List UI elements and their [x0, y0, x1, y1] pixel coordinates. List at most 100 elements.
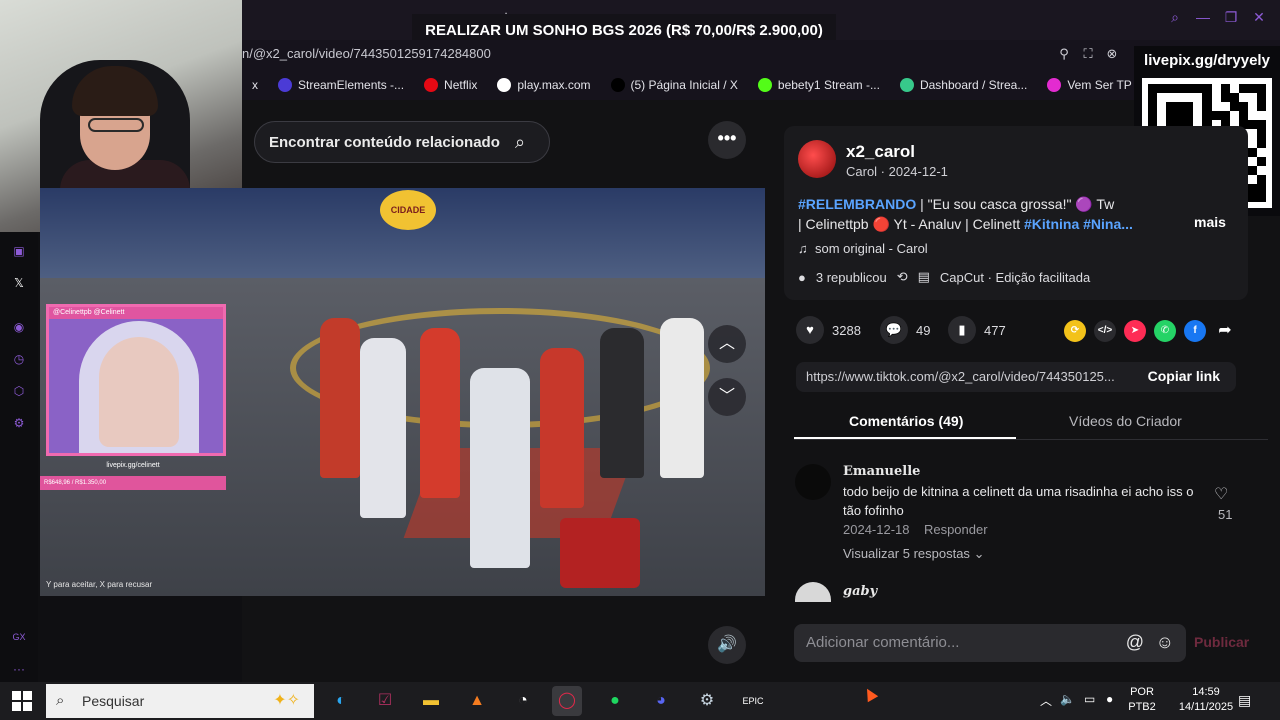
facebook-icon[interactable]: f [1184, 320, 1206, 342]
emoji-icon[interactable]: ☺ [1156, 632, 1174, 653]
bookmark-item[interactable]: StreamElements -... [268, 78, 414, 92]
bookmark-item[interactable]: Netflix [414, 78, 487, 92]
music-info[interactable]: ♫ som original - Carol [798, 241, 928, 256]
copy-link-button[interactable]: Copiar link [1148, 368, 1220, 384]
caption-hashtag[interactable]: #RELEMBRANDO [798, 196, 916, 212]
taskbar-search-label: Pesquisar [82, 693, 145, 709]
chevron-up-icon[interactable]: ︿ [708, 325, 746, 363]
bookmark-item[interactable]: Dashboard / Strea... [890, 78, 1037, 92]
volume-icon[interactable]: 🔊 [708, 626, 746, 664]
bookmark-label: Netflix [444, 78, 478, 92]
qr-module [1220, 111, 1230, 121]
minimize-icon[interactable]: — [1194, 8, 1212, 26]
qr-module [1202, 93, 1212, 103]
pin-icon[interactable]: ⚲ [1056, 46, 1072, 62]
save-button[interactable]: ▮ 477 [948, 316, 1006, 344]
like-button[interactable]: ♥ 3288 [796, 316, 861, 344]
bookmark-item[interactable]: Vem Ser TP [1037, 78, 1141, 92]
avatar[interactable] [795, 464, 831, 500]
gx-icon[interactable]: GX [10, 628, 28, 646]
whatsapp-icon[interactable]: ✆ [1154, 320, 1176, 342]
qr-module [1184, 93, 1194, 103]
settings-icon[interactable]: ⚙ [10, 414, 28, 432]
tab-creator-videos[interactable]: Vídeos do Criador [1069, 413, 1182, 429]
qr-module [1247, 129, 1257, 139]
spotify-icon[interactable]: ● [600, 686, 630, 716]
comment-button[interactable]: 💬 49 [880, 316, 930, 344]
mention-icon[interactable]: @ [1126, 632, 1144, 653]
epic-games-icon[interactable]: EPIC [738, 686, 768, 716]
app-triangle-icon[interactable]: ▲ [462, 686, 492, 716]
network-icon[interactable]: ▭ [1084, 692, 1095, 706]
more-options-button[interactable]: ••• [708, 121, 746, 159]
bookmark-item[interactable]: x [242, 78, 268, 92]
comment-input[interactable]: Adicionar comentário... @ ☺ [794, 624, 1186, 662]
history-icon[interactable]: ◷ [10, 350, 28, 368]
video-caption: #RELEMBRANDO | "Eu sou casca grossa!" 🟣 … [798, 194, 1138, 234]
comment-author[interactable]: Emanuelle [843, 464, 920, 479]
repost-icon[interactable]: ⟳ [1064, 320, 1086, 342]
bookmark-item[interactable]: play.max.com [487, 78, 600, 92]
capcut-label[interactable]: CapCut · Edição facilitada [940, 270, 1090, 285]
opera-gx-icon[interactable]: ◯ [552, 686, 582, 716]
comment-placeholder: Adicionar comentário... [806, 634, 960, 651]
max-icon [497, 78, 512, 92]
chevron-up-icon[interactable]: ︿ [1040, 692, 1052, 709]
clock-time: 14:59 [1192, 686, 1220, 698]
screenshot-icon[interactable]: ⛶ [1080, 46, 1096, 62]
video-link[interactable]: https://www.tiktok.com/@x2_carol/video/7… [806, 369, 1136, 384]
chevron-down-icon[interactable]: ﹀ [708, 378, 746, 416]
qr-module [1166, 111, 1176, 121]
language-indicator[interactable]: POR PTB2 [1128, 685, 1156, 715]
more-caption-button[interactable]: mais [1194, 214, 1226, 230]
edge-icon[interactable]: ◐ [326, 686, 356, 716]
app-check-icon[interactable]: ☑ [370, 686, 400, 716]
qr-module [1157, 84, 1167, 94]
comment-author[interactable]: gaby [843, 584, 877, 599]
discord-icon[interactable]: ◕ [646, 686, 676, 716]
video-link-box[interactable]: https://www.tiktok.com/@x2_carol/video/7… [796, 362, 1236, 392]
heart-icon[interactable]: ♡ [1214, 484, 1228, 504]
tab-comments[interactable]: Comentários (49) [849, 413, 963, 429]
address-bar[interactable]: n/@x2_carol/video/7443501259174284800 [242, 40, 1280, 70]
qr-module [1229, 111, 1239, 121]
system-clock[interactable]: 14:59 14/11/2025 [1176, 685, 1236, 715]
share-arrow-icon[interactable]: ➦ [1214, 320, 1236, 342]
notification-icon[interactable]: ▤ [1238, 692, 1251, 709]
embed-icon[interactable]: </> [1094, 320, 1116, 342]
app-gauge-icon[interactable]: ◔ [508, 686, 538, 716]
more-icon[interactable]: ··· [10, 660, 28, 678]
qr-module [1211, 111, 1221, 121]
send-icon[interactable]: ➤ [1124, 320, 1146, 342]
taskbar-search[interactable]: ⌕ Pesquisar ✦✧ [46, 684, 314, 718]
pip-handles: @Celinettpb @Celinett [49, 307, 223, 319]
url-text[interactable]: n/@x2_carol/video/7443501259174284800 [242, 46, 491, 61]
folder-icon[interactable]: ▬ [416, 686, 446, 716]
qr-module [1256, 183, 1266, 193]
extension-icon[interactable]: ⊗ [1104, 46, 1120, 62]
search-icon[interactable]: ⌕ [515, 132, 535, 152]
speaker-icon[interactable]: 🔈 [1060, 692, 1075, 706]
restore-icon[interactable]: ❐ [1222, 8, 1240, 26]
qr-module [1256, 120, 1266, 130]
qr-module [1247, 183, 1257, 193]
close-icon[interactable]: ✕ [1250, 8, 1268, 26]
x-logo-icon[interactable]: 𝕏 [10, 274, 28, 292]
creator-username[interactable]: x2_carol [846, 142, 915, 162]
search-icon[interactable]: ⌕ [1166, 8, 1184, 26]
caption-hashtags-2[interactable]: #Kitnina #Nina... [1024, 216, 1133, 232]
reply-button[interactable]: Responder [924, 522, 988, 537]
extensions-icon[interactable]: ⬡ [10, 382, 28, 400]
publish-button[interactable]: Publicar [1194, 634, 1249, 650]
bookmark-item[interactable]: bebety1 Stream -... [748, 78, 890, 92]
microphone-icon[interactable]: ● [1106, 692, 1113, 706]
steam-icon[interactable]: ⚙ [692, 686, 722, 716]
view-replies-button[interactable]: Visualizar 5 respostas ⌄ [843, 546, 984, 562]
related-search-box[interactable]: Encontrar conteúdo relacionado ⌕ [254, 121, 550, 163]
avatar[interactable] [798, 140, 836, 178]
windows-start-icon[interactable] [12, 691, 32, 711]
twitch-icon[interactable]: ▣ [10, 242, 28, 260]
repost-count[interactable]: 3 republicou [816, 270, 887, 285]
player-icon[interactable]: ◉ [10, 318, 28, 336]
bookmark-item[interactable]: (5) Página Inicial / X [601, 78, 748, 92]
